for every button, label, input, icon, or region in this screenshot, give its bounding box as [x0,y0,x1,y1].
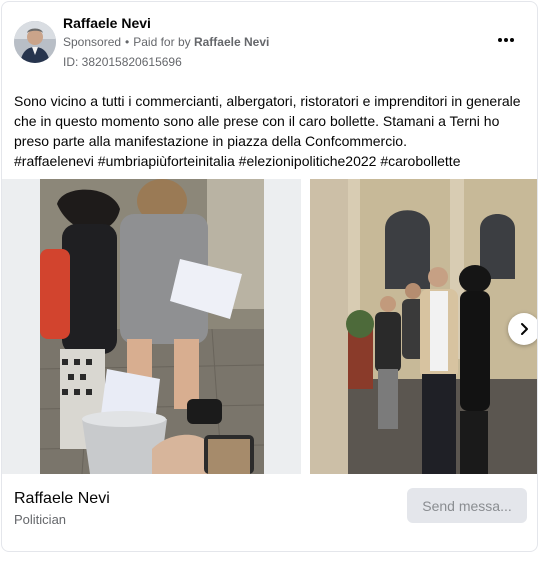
carousel-image[interactable] [310,179,537,474]
post-text: Sono vicino a tutti i commercianti, albe… [14,91,530,171]
carousel-image[interactable] [2,179,301,474]
ad-card: Raffaele Nevi Sponsored • Paid for by Raff… [1,1,538,552]
image-carousel[interactable] [2,179,537,474]
footer-page-category: Politician [14,512,67,527]
more-horizontal-icon [498,38,502,42]
paid-for-name[interactable]: Raffaele Nevi [194,35,269,49]
more-options-button[interactable] [494,30,518,50]
post-text-line: che in questo momento sono alle prese co… [14,113,500,129]
sponsored-meta: Sponsored • Paid for by Raffaele Nevi [63,35,269,49]
post-text-line: preso parte alla manifestazione in piazz… [14,133,407,149]
chevron-right-icon [521,323,528,335]
paid-for-prefix: Paid for by [133,35,191,49]
author-avatar[interactable] [14,21,56,63]
ad-id: ID: 382015820615696 [63,55,182,69]
post-text-line: Sono vicino a tutti i commercianti, albe… [14,93,521,109]
sponsored-label: Sponsored [63,35,122,49]
carousel-next-button[interactable] [508,313,537,345]
meta-dot: • [125,35,130,49]
footer-page-name[interactable]: Raffaele Nevi [14,490,110,508]
post-hashtags[interactable]: #raffaelenevi #umbriapiùforteinitalia #e… [14,151,530,171]
send-message-button[interactable]: Send messa... [407,488,527,523]
author-name[interactable]: Raffaele Nevi [63,15,151,31]
